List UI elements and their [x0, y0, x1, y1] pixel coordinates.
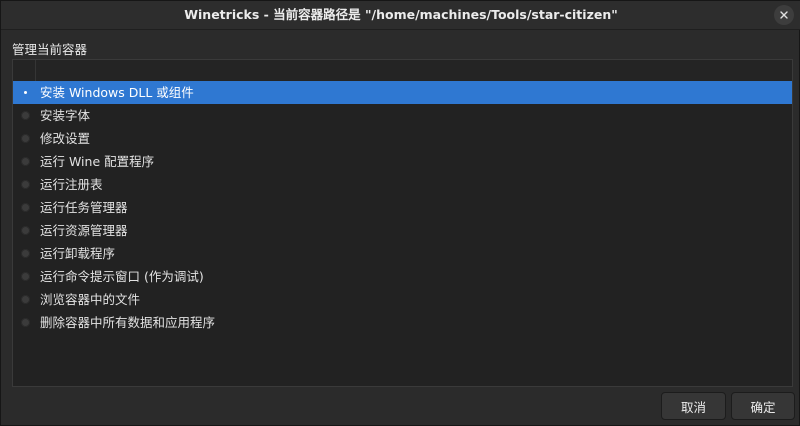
option-label: 运行资源管理器	[40, 223, 128, 238]
option-row[interactable]: 安装字体	[13, 104, 792, 127]
radio-button[interactable]	[21, 249, 30, 258]
option-row[interactable]: 运行命令提示窗口 (作为调试)	[13, 265, 792, 288]
option-label: 运行卸载程序	[40, 246, 116, 261]
close-button[interactable]	[774, 5, 794, 25]
section-label: 管理当前容器	[12, 42, 88, 57]
option-row[interactable]: 运行任务管理器	[13, 196, 792, 219]
option-label: 运行任务管理器	[40, 200, 128, 215]
option-row[interactable]: 修改设置	[13, 127, 792, 150]
option-row[interactable]: 运行资源管理器	[13, 219, 792, 242]
option-label: 安装字体	[40, 108, 91, 123]
radio-button[interactable]	[21, 272, 30, 281]
radio-button[interactable]	[21, 134, 30, 143]
option-label: 删除容器中所有数据和应用程序	[40, 315, 216, 330]
radio-button[interactable]	[21, 295, 30, 304]
option-label: 修改设置	[40, 131, 91, 146]
radio-button[interactable]	[21, 180, 30, 189]
window-title: Winetricks - 当前容器路径是 "/home/machines/Too…	[184, 7, 618, 22]
radio-button[interactable]	[21, 203, 30, 212]
option-row-selected[interactable]: 安装 Windows DLL 或组件	[13, 81, 792, 104]
close-icon	[780, 11, 788, 19]
radio-button[interactable]	[21, 88, 30, 97]
radio-button[interactable]	[21, 157, 30, 166]
option-row[interactable]: 运行注册表	[13, 173, 792, 196]
list-header	[13, 60, 792, 82]
radio-button[interactable]	[21, 111, 30, 120]
cancel-button[interactable]: 取消	[661, 392, 726, 420]
list-header-column	[13, 60, 36, 81]
option-row[interactable]: 运行卸载程序	[13, 242, 792, 265]
winetricks-window: Winetricks - 当前容器路径是 "/home/machines/Too…	[0, 0, 800, 426]
option-label: 运行命令提示窗口 (作为调试)	[40, 269, 204, 284]
radio-button[interactable]	[21, 226, 30, 235]
option-row[interactable]: 删除容器中所有数据和应用程序	[13, 311, 792, 334]
option-row[interactable]: 浏览容器中的文件	[13, 288, 792, 311]
option-label: 安装 Windows DLL 或组件	[40, 85, 194, 100]
option-label: 运行 Wine 配置程序	[40, 154, 155, 169]
option-label: 浏览容器中的文件	[40, 292, 141, 307]
options-rows: 安装 Windows DLL 或组件 安装字体 修改设置 运行 Wine 配置程…	[13, 81, 792, 334]
titlebar[interactable]: Winetricks - 当前容器路径是 "/home/machines/Too…	[1, 1, 800, 30]
radio-button[interactable]	[21, 318, 30, 327]
ok-button[interactable]: 确定	[731, 392, 795, 420]
option-label: 运行注册表	[40, 177, 103, 192]
option-row[interactable]: 运行 Wine 配置程序	[13, 150, 792, 173]
options-list: 安装 Windows DLL 或组件 安装字体 修改设置 运行 Wine 配置程…	[12, 59, 793, 387]
